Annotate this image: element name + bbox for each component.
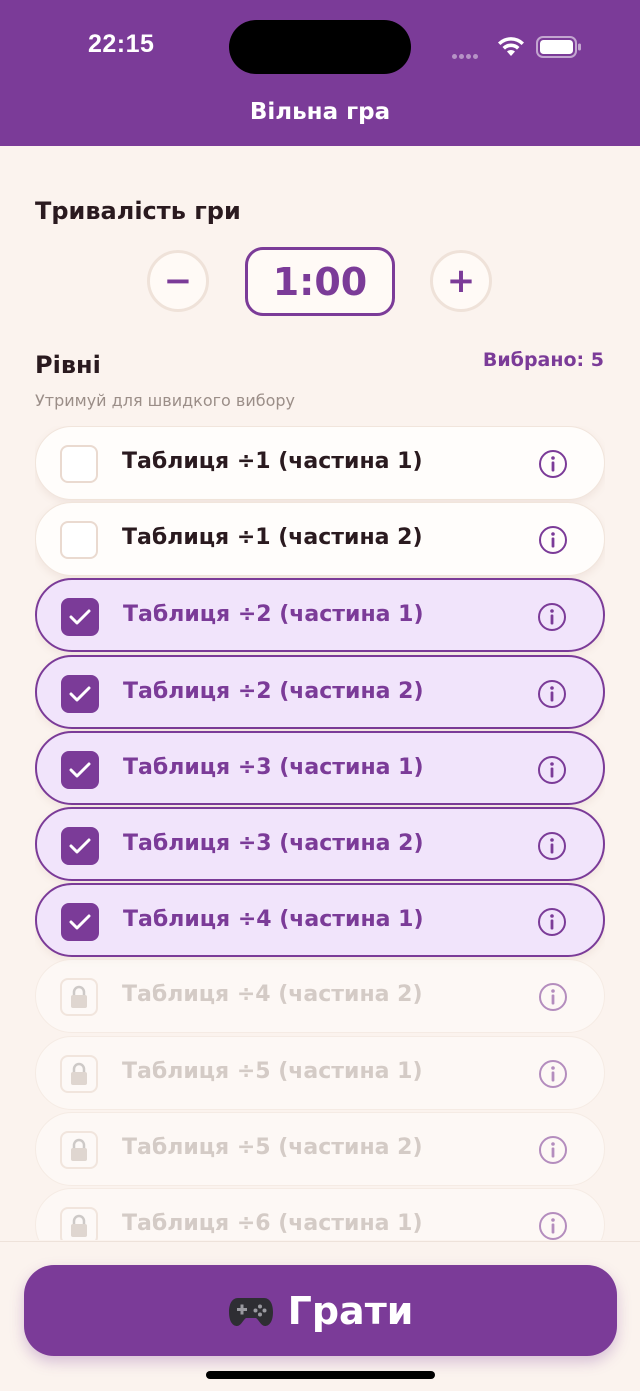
status-icons — [452, 34, 582, 60]
level-row[interactable]: Таблиця ÷2 (частина 1) — [35, 578, 605, 653]
gamepad-icon — [228, 1297, 273, 1326]
info-icon[interactable] — [537, 679, 567, 709]
level-row: Таблиця ÷6 (частина 1) — [35, 1188, 605, 1240]
wifi-icon — [498, 37, 524, 56]
lock-icon — [60, 1054, 98, 1093]
increase-duration-button[interactable]: + — [430, 250, 492, 312]
checkmark-icon[interactable] — [61, 827, 99, 865]
checkmark-icon[interactable] — [61, 598, 99, 637]
level-label: Таблиця ÷2 (частина 2) — [123, 678, 424, 704]
decrease-duration-button[interactable]: − — [147, 250, 209, 312]
level-label: Таблиця ÷3 (частина 2) — [123, 831, 424, 856]
play-button-label: Грати — [287, 1288, 414, 1333]
level-row[interactable]: Таблиця ÷4 (частина 1) — [35, 883, 605, 958]
levels-hint: Утримуй для швидкого вибору — [35, 391, 296, 410]
lock-icon — [60, 978, 98, 1017]
level-row: Таблиця ÷5 (частина 2) — [35, 1111, 605, 1186]
level-row[interactable]: Таблиця ÷1 (частина 1) — [35, 426, 605, 500]
level-label: Таблиця ÷2 (частина 1) — [123, 602, 424, 628]
selected-count: Вибрано: 5 — [482, 349, 604, 371]
level-label: Таблиця ÷1 (частина 1) — [122, 449, 423, 474]
minus-icon: − — [163, 261, 193, 301]
page-title: Вільна гра — [249, 99, 391, 125]
info-icon[interactable] — [537, 755, 567, 785]
empty-checkbox[interactable] — [60, 445, 98, 483]
level-row[interactable]: Таблиця ÷3 (частина 2) — [35, 807, 605, 881]
play-button[interactable]: Грати — [24, 1265, 617, 1356]
level-row: Таблиця ÷5 (частина 1) — [35, 1035, 605, 1110]
lock-icon — [60, 1207, 98, 1240]
info-icon[interactable] — [538, 449, 568, 479]
level-row[interactable]: Таблиця ÷1 (частина 2) — [35, 502, 605, 577]
level-label: Таблиця ÷3 (частина 1) — [123, 754, 424, 780]
lock-icon — [60, 1130, 98, 1169]
home-indicator — [206, 1371, 435, 1379]
plus-icon: + — [446, 261, 476, 301]
checkmark-icon[interactable] — [61, 674, 99, 713]
checkmark-icon[interactable] — [61, 903, 99, 942]
info-icon[interactable] — [537, 602, 567, 632]
level-label: Таблиця ÷6 (частина 1) — [122, 1211, 423, 1236]
top-bar: 22:15 Вільна гра — [0, 0, 640, 146]
dynamic-island — [229, 20, 411, 74]
level-label: Таблиця ÷5 (частина 1) — [122, 1058, 423, 1084]
level-label: Таблиця ÷4 (частина 1) — [123, 907, 424, 933]
info-icon[interactable] — [538, 525, 568, 555]
level-label: Таблиця ÷1 (частина 2) — [122, 525, 423, 551]
duration-value: 1:00 — [245, 247, 395, 316]
level-row[interactable]: Таблиця ÷3 (частина 1) — [35, 730, 605, 805]
level-row[interactable]: Таблиця ÷2 (частина 2) — [35, 654, 605, 729]
info-icon[interactable] — [538, 982, 568, 1012]
duration-title: Тривалість гри — [35, 197, 241, 225]
level-label: Таблиця ÷4 (частина 2) — [122, 982, 423, 1008]
level-label: Таблиця ÷5 (частина 2) — [122, 1134, 423, 1160]
checkmark-icon[interactable] — [61, 750, 99, 789]
empty-checkbox[interactable] — [60, 521, 98, 560]
info-icon[interactable] — [537, 907, 567, 937]
cellular-signal-icon — [452, 44, 480, 63]
info-icon[interactable] — [538, 1059, 568, 1089]
levels-list: Таблиця ÷1 (частина 1) Таблиця ÷1 (частин… — [35, 426, 605, 1240]
level-row: Таблиця ÷4 (частина 2) — [35, 959, 605, 1034]
battery-icon — [536, 36, 581, 58]
info-icon[interactable] — [537, 831, 567, 861]
info-icon[interactable] — [538, 1135, 568, 1165]
info-icon[interactable] — [538, 1211, 568, 1240]
status-time: 22:15 — [88, 30, 155, 58]
levels-title: Рівні — [35, 351, 101, 379]
